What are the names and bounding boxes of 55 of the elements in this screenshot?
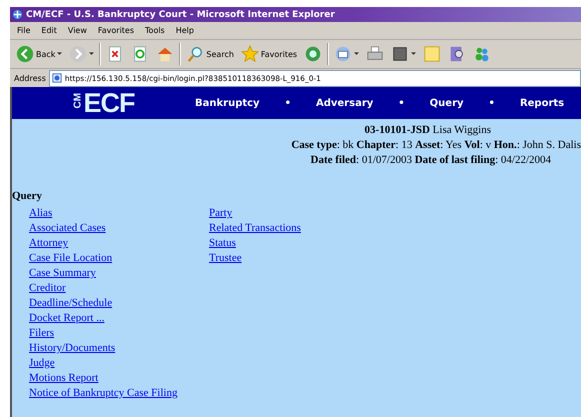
case-info-line: Date filed: 01/07/2003 Date of last filing: 04/22/2004 [310,153,551,168]
nav-link[interactable]: Query [430,98,464,108]
nav-link[interactable]: Bankruptcy [195,98,260,108]
back-button[interactable]: Back [14,44,64,64]
option-link[interactable]: Notice of Bankruptcy Case Filing [29,386,178,401]
nav-separator: • [488,98,495,108]
menu-item[interactable]: View [68,26,87,35]
option-link[interactable]: Associated Cases [29,221,106,236]
menu-item[interactable]: Edit [41,26,57,35]
caret-icon [57,52,62,56]
option-link[interactable]: Judge [29,356,55,371]
option-link[interactable]: Filers [29,326,54,341]
window-title: CM/ECF - U.S. Bankruptcy Court - Microsoft Internet Explorer [26,10,335,20]
page-icon [52,73,62,83]
address-label: Address [14,74,46,82]
search-icon [186,45,204,63]
mail-icon [334,45,352,63]
favorites-button[interactable]: Favorites [238,44,300,64]
menu-item[interactable]: Tools [145,26,165,35]
nav-separator: • [284,98,291,108]
case-info-line: Case type: bk Chapter: 13 Asset: Yes Vol: v Hon.: John S. Dalis [291,138,581,153]
option-link[interactable]: Docket Report ... [29,311,104,326]
case-info-line: 03-10101-JSD Lisa Wiggins [364,123,491,138]
option-link[interactable]: Motions Report [29,371,98,386]
option-link[interactable]: History/Documents [29,341,116,356]
note-icon [423,45,442,63]
option-link[interactable]: Case File Location [29,251,112,266]
menu-item[interactable]: Favorites [98,26,134,35]
option-link[interactable]: Alias [29,206,52,221]
nav-link[interactable]: Reports [520,98,564,108]
star-icon [240,45,259,63]
option-link[interactable]: Creditor [29,281,66,296]
nav-separator: • [398,98,405,108]
people-icon [473,45,492,63]
section-heading: Query [12,190,43,202]
logo-text: ECF [84,90,134,116]
caret-icon [354,52,360,56]
browser-logo-icon [12,9,23,20]
option-link[interactable]: Trustee [209,251,242,266]
media-icon [304,45,322,63]
option-link[interactable]: Deadline/Schedule [29,296,112,311]
option-link[interactable]: Status [209,236,236,251]
option-link[interactable]: Attorney [29,236,68,251]
caret-icon [89,52,94,56]
menu-item[interactable]: Help [176,26,194,35]
option-link[interactable]: Related Transactions [209,221,301,236]
search-button[interactable]: Search [184,44,236,64]
option-link[interactable]: Party [209,206,232,221]
option-link[interactable]: Case Summary [29,266,96,281]
nav-link[interactable]: Adversary [316,98,374,108]
printer-icon [366,45,384,63]
caret-icon [411,52,416,56]
home-icon [156,45,174,63]
forward-button[interactable] [67,44,96,64]
menu-item[interactable]: File [17,26,30,35]
